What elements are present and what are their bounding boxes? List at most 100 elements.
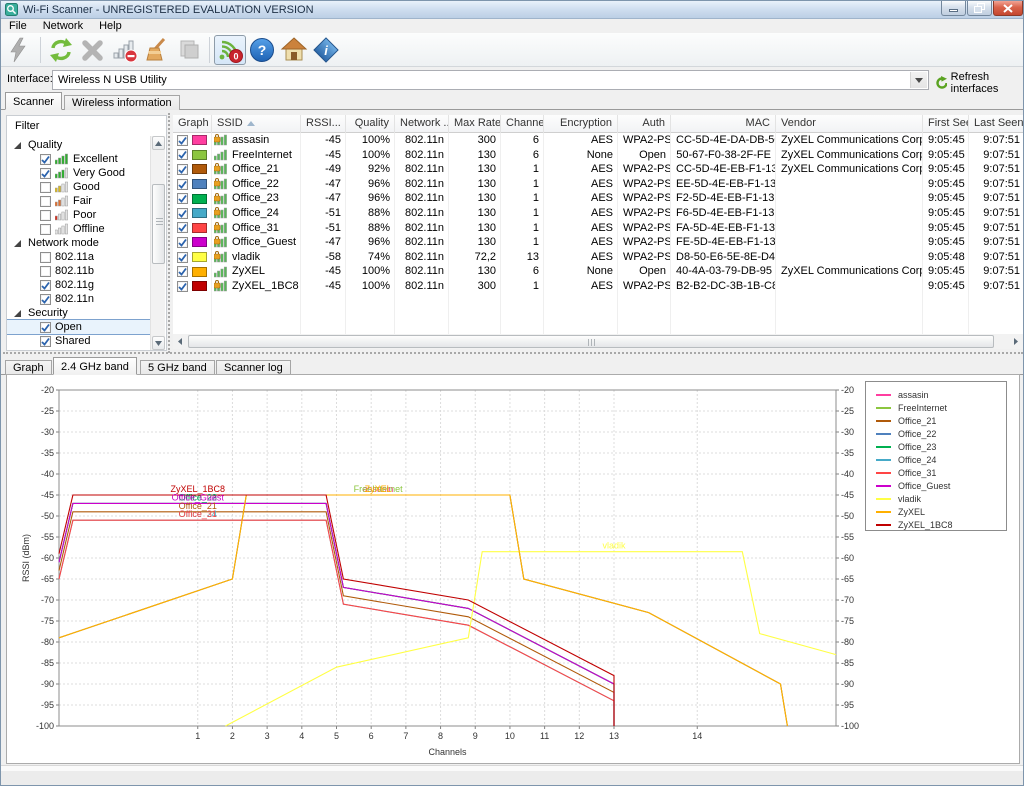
stop-scan-button[interactable]: 0	[214, 35, 246, 65]
cell-network: 802.11n	[395, 206, 449, 221]
checkbox[interactable]	[40, 280, 51, 291]
tree-expand-icon[interactable]	[13, 239, 22, 248]
cell-last-seen: 9:07:51	[969, 279, 1023, 294]
scrollbar-thumb[interactable]	[188, 335, 994, 348]
vertical-splitter[interactable]	[168, 113, 171, 353]
refresh-button[interactable]	[45, 35, 77, 65]
column-header-mac[interactable]: MAC	[671, 115, 776, 133]
menu-file[interactable]: File	[1, 20, 35, 33]
filter-item-label: 802.11n	[55, 293, 94, 305]
menu-network[interactable]: Network	[35, 20, 91, 33]
checkbox[interactable]	[40, 224, 51, 235]
filter-item-802-11n[interactable]: 802.11n	[7, 292, 153, 306]
delete-button[interactable]	[77, 35, 109, 65]
column-header-ssid[interactable]: SSID	[212, 115, 301, 133]
filter-item-shared[interactable]: Shared	[7, 334, 153, 348]
filter-item-fair[interactable]: Fair	[7, 194, 153, 208]
scroll-right-button[interactable]	[1009, 335, 1023, 348]
graph-cell	[173, 221, 212, 236]
tab-2-4-ghz-band[interactable]: 2.4 GHz band	[53, 357, 137, 375]
checkbox[interactable]	[177, 237, 188, 248]
filter-item-802-11g[interactable]: 802.11g	[7, 278, 153, 292]
scrollbar-thumb[interactable]	[152, 184, 165, 264]
tree-expand-icon[interactable]	[13, 309, 22, 318]
about-button[interactable]: i	[310, 35, 342, 65]
tab-scanner-log[interactable]: Scanner log	[216, 360, 291, 375]
checkbox[interactable]	[177, 208, 188, 219]
scroll-up-button[interactable]	[152, 136, 165, 150]
checkbox[interactable]	[177, 135, 188, 146]
checkbox[interactable]	[40, 168, 51, 179]
filter-item-offline[interactable]: Offline	[7, 222, 153, 236]
checkbox[interactable]	[177, 149, 188, 160]
column-gridline	[617, 133, 618, 334]
filter-item-very-good[interactable]: Very Good	[7, 166, 153, 180]
cell-ssid: Office_31	[212, 221, 301, 236]
filter-group-network-mode[interactable]: Network mode	[7, 236, 153, 250]
column-header-vendor[interactable]: Vendor	[776, 115, 923, 133]
tab-scanner[interactable]: Scanner	[5, 92, 62, 110]
column-header-graph[interactable]: Graph	[173, 115, 212, 133]
column-header-last-seen[interactable]: Last Seen	[969, 115, 1023, 133]
restore-button[interactable]	[967, 1, 992, 16]
home-button[interactable]	[278, 35, 310, 65]
checkbox[interactable]	[40, 182, 51, 193]
minimize-button[interactable]	[941, 1, 966, 16]
checkbox[interactable]	[177, 266, 188, 277]
interface-combobox[interactable]: Wireless N USB Utility	[52, 70, 929, 90]
checkbox[interactable]	[40, 322, 51, 333]
filter-scrollbar[interactable]	[150, 136, 165, 350]
checkbox[interactable]	[40, 210, 51, 221]
checkbox[interactable]	[177, 193, 188, 204]
column-header-network-[interactable]: Network ...	[395, 115, 449, 133]
signal-filter-button[interactable]	[109, 35, 141, 65]
copy-button[interactable]	[173, 35, 205, 65]
tab-graph[interactable]: Graph	[5, 360, 52, 375]
close-button[interactable]	[993, 1, 1023, 16]
filter-item-802-11a[interactable]: 802.11a	[7, 250, 153, 264]
tree-expand-icon[interactable]	[13, 141, 22, 150]
column-header-auth[interactable]: Auth	[618, 115, 671, 133]
checkbox[interactable]	[40, 196, 51, 207]
filter-group-security[interactable]: Security	[7, 306, 153, 320]
checkbox[interactable]	[40, 294, 51, 305]
column-header-first-seen[interactable]: First Seen	[923, 115, 969, 133]
cell-last-seen: 9:07:51	[969, 177, 1023, 192]
column-header-max-rate[interactable]: Max Rate	[449, 115, 501, 133]
checkbox[interactable]	[177, 281, 188, 292]
menu-help[interactable]: Help	[91, 20, 130, 33]
connect-button[interactable]	[4, 35, 36, 65]
checkbox[interactable]	[40, 154, 51, 165]
help-button[interactable]: ?	[246, 35, 278, 65]
column-header-rssi-[interactable]: RSSI...	[301, 115, 346, 133]
filter-item-good[interactable]: Good	[7, 180, 153, 194]
scroll-down-button[interactable]	[152, 336, 165, 350]
checkbox[interactable]	[40, 336, 51, 347]
tab-wireless-information[interactable]: Wireless information	[64, 95, 180, 110]
combobox-arrow[interactable]	[910, 72, 927, 88]
filter-group-quality[interactable]: Quality	[7, 138, 153, 152]
tab-5-ghz-band[interactable]: 5 GHz band	[140, 360, 215, 375]
svg-text:ZyXEL: ZyXEL	[365, 484, 392, 494]
filter-item-excellent[interactable]: Excellent	[7, 152, 153, 166]
column-header-channel[interactable]: Channel	[501, 115, 544, 133]
legend-label: Office_31	[898, 468, 936, 478]
column-header-encryption[interactable]: Encryption	[544, 115, 618, 133]
checkbox[interactable]	[177, 164, 188, 175]
clear-button[interactable]	[141, 35, 173, 65]
table-hscrollbar[interactable]	[173, 334, 1023, 349]
checkbox[interactable]	[40, 266, 51, 277]
column-header-quality[interactable]: Quality	[346, 115, 395, 133]
legend-swatch	[876, 459, 891, 461]
filter-item-open[interactable]: Open	[7, 320, 153, 334]
scroll-left-button[interactable]	[173, 335, 187, 348]
checkbox[interactable]	[177, 222, 188, 233]
checkbox[interactable]	[40, 252, 51, 263]
checkbox[interactable]	[177, 252, 188, 263]
filter-item-802-11b[interactable]: 802.11b	[7, 264, 153, 278]
svg-text:10: 10	[505, 731, 515, 741]
horizontal-splitter[interactable]	[3, 352, 1023, 355]
checkbox[interactable]	[177, 179, 188, 190]
filter-item-poor[interactable]: Poor	[7, 208, 153, 222]
signal-strength-icon	[55, 167, 69, 179]
